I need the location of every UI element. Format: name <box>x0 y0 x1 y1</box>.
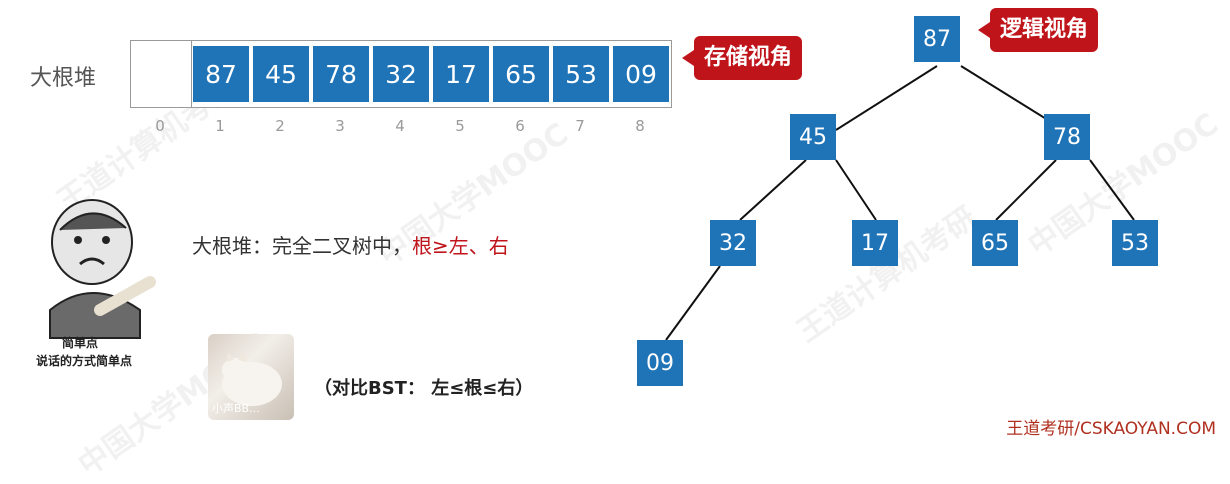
cat-caption: 小声BB... <box>212 402 260 415</box>
tree-node: 45 <box>790 114 836 160</box>
tree-edge <box>665 265 721 341</box>
tree-node: 17 <box>852 220 898 266</box>
tree-edges <box>665 65 1135 341</box>
cat-image: 小声BB... <box>208 334 294 420</box>
tree-edge <box>995 159 1057 221</box>
heap-definition: 大根堆：完全二叉树中，根≥左、右 <box>192 230 509 259</box>
tree-node: 65 <box>972 220 1018 266</box>
bst-comparison-note: （对比BST： 左≤根≤右） <box>314 378 534 399</box>
meme-face-illustration <box>49 199 156 339</box>
tree-edge <box>739 159 807 221</box>
tree-node: 09 <box>637 340 683 386</box>
tree-node: 78 <box>1044 114 1090 160</box>
tree-edge <box>835 65 938 131</box>
meme-caption-1: 简单点 <box>62 336 99 350</box>
meme-caption-2: 说话的方式简单点 <box>36 354 133 368</box>
definition-text: 大根堆：完全二叉树中， <box>192 234 412 258</box>
tree-node: 53 <box>1112 220 1158 266</box>
tree-node: 32 <box>710 220 756 266</box>
definition-highlight: 根≥左、右 <box>412 234 509 258</box>
tree-edge <box>835 159 877 221</box>
footer-brand: 王道考研/CSKAOYAN.COM <box>1006 419 1216 439</box>
tree-node-root: 87 <box>914 16 960 62</box>
tree-edge <box>1089 159 1135 221</box>
